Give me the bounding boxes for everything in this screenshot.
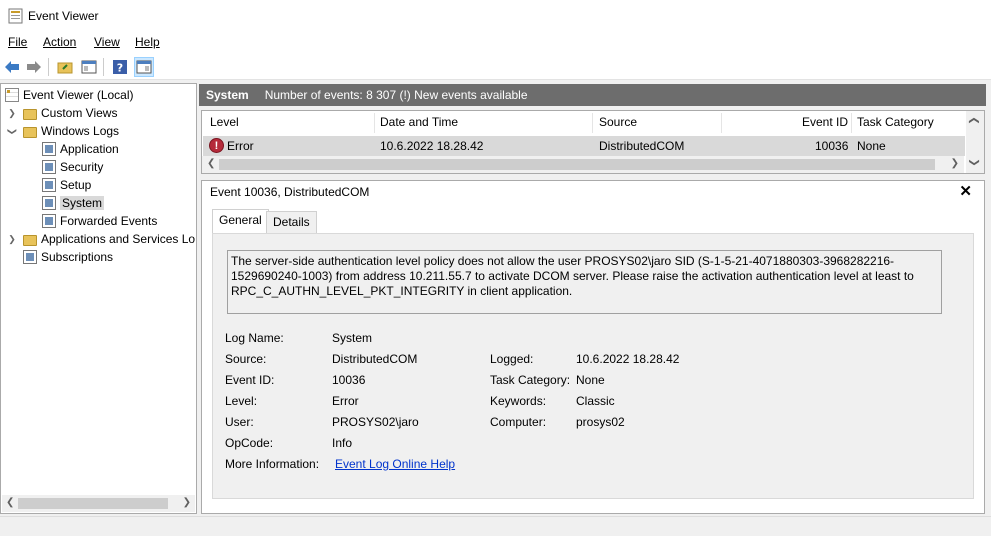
chevron-right-icon[interactable]: ❯ — [7, 234, 17, 245]
event-detail-title: Event 10036, DistributedCOM — [210, 185, 370, 199]
value-logged: 10.6.2022 18.28.42 — [576, 352, 680, 366]
menu-file[interactable]: File — [8, 35, 27, 49]
navigation-tree: Event Viewer (Local) ❯ Custom Views ❯ Wi… — [0, 83, 197, 514]
window-title: Event Viewer — [28, 9, 99, 23]
log-icon — [42, 178, 56, 192]
cell-level: Error — [227, 139, 254, 153]
label-log-name: Log Name: — [225, 331, 284, 345]
value-computer: prosys02 — [576, 415, 625, 429]
value-task-category: None — [576, 373, 605, 387]
label-computer: Computer: — [490, 415, 547, 429]
label-more-information: More Information: — [225, 457, 320, 471]
label-level: Level: — [225, 394, 258, 408]
scroll-right-icon[interactable]: ❯ — [951, 158, 959, 169]
value-source: DistributedCOM — [332, 352, 418, 366]
column-date-time[interactable]: Date and Time — [380, 115, 458, 129]
close-icon[interactable]: ✕ — [959, 182, 972, 200]
scrollbar-thumb[interactable] — [18, 498, 168, 509]
log-icon — [42, 214, 56, 228]
tree-item-root[interactable]: Event Viewer (Local) — [5, 86, 134, 104]
label-user: User: — [225, 415, 254, 429]
error-icon: ! — [209, 138, 224, 153]
value-event-id: 10036 — [332, 373, 366, 387]
cell-source: DistributedCOM — [599, 139, 685, 153]
menu-help[interactable]: Help — [135, 35, 160, 49]
events-vertical-scrollbar[interactable]: ❯ ❯ — [966, 111, 984, 173]
event-viewer-icon — [5, 88, 19, 102]
back-arrow-icon[interactable] — [2, 57, 22, 77]
tree-item-forwarded-events[interactable]: Forwarded Events — [42, 212, 157, 230]
folder-icon — [23, 108, 37, 120]
menu-view[interactable]: View — [94, 35, 120, 49]
chevron-right-icon[interactable]: ❯ — [7, 108, 17, 119]
value-log-name: System — [332, 331, 373, 345]
scroll-down-icon[interactable]: ❯ — [969, 158, 980, 166]
scrollbar-thumb[interactable] — [219, 159, 935, 170]
value-level: Error — [332, 394, 359, 408]
subscriptions-icon — [23, 250, 37, 264]
tree-item-security[interactable]: Security — [42, 158, 103, 176]
column-task-category[interactable]: Task Category — [857, 115, 934, 129]
tree-item-windows-logs[interactable]: ❯ Windows Logs — [7, 122, 120, 140]
log-icon — [42, 142, 56, 156]
label-source: Source: — [225, 352, 267, 366]
toolbar: ? — [0, 54, 991, 80]
events-list: Level Date and Time Source Event ID Task… — [201, 110, 985, 174]
scroll-up-icon[interactable]: ❯ — [969, 116, 980, 124]
cell-task-category: None — [857, 139, 886, 153]
event-description[interactable]: The server-side authentication level pol… — [227, 250, 942, 314]
chevron-down-icon[interactable]: ❯ — [7, 126, 18, 136]
menu-action[interactable]: Action — [43, 35, 76, 49]
log-icon — [42, 160, 56, 174]
tree-item-subscriptions[interactable]: Subscriptions — [23, 248, 113, 266]
forward-arrow-icon[interactable] — [24, 57, 44, 77]
tab-details[interactable]: Details — [266, 211, 317, 233]
label-keywords: Keywords: — [490, 394, 547, 408]
action-pane-icon[interactable] — [134, 57, 154, 77]
tree-item-applications-and-services[interactable]: ❯ Applications and Services Lo — [7, 230, 195, 248]
svg-text:?: ? — [117, 62, 123, 75]
folder-icon — [23, 234, 37, 246]
status-bar — [0, 516, 991, 536]
open-folder-icon[interactable] — [55, 57, 75, 77]
value-keywords: Classic — [576, 394, 615, 408]
tree-item-setup[interactable]: Setup — [42, 176, 91, 194]
cell-date-time: 10.6.2022 18.28.42 — [380, 139, 484, 153]
event-log-online-help-link[interactable]: Event Log Online Help — [335, 457, 455, 471]
show-hide-pane-icon[interactable] — [79, 57, 99, 77]
tree-horizontal-scrollbar[interactable]: ❮ ❯ — [2, 495, 195, 512]
label-event-id: Event ID: — [225, 373, 275, 387]
log-header: System Number of events: 8 307 (!) New e… — [199, 84, 986, 106]
log-icon — [42, 196, 56, 210]
label-opcode: OpCode: — [225, 436, 274, 450]
column-level[interactable]: Level — [210, 115, 239, 129]
label-task-category: Task Category: — [490, 373, 571, 387]
column-source[interactable]: Source — [599, 115, 637, 129]
table-row[interactable]: ! Error 10.6.2022 18.28.42 DistributedCO… — [203, 136, 965, 156]
column-event-id[interactable]: Event ID — [802, 115, 848, 129]
scroll-left-icon[interactable]: ❮ — [6, 497, 14, 508]
scroll-left-icon[interactable]: ❮ — [207, 158, 215, 169]
title-bar: Event Viewer — [0, 0, 991, 32]
scroll-right-icon[interactable]: ❯ — [183, 497, 191, 508]
tree-item-application[interactable]: Application — [42, 140, 119, 158]
help-icon[interactable]: ? — [110, 57, 130, 77]
tab-general[interactable]: General — [212, 209, 269, 233]
cell-event-id: 10036 — [815, 139, 849, 153]
events-horizontal-scrollbar[interactable]: ❮ ❯ — [202, 156, 964, 173]
label-logged: Logged: — [490, 352, 534, 366]
menu-bar: File Action View Help — [0, 32, 991, 54]
event-viewer-app-icon — [8, 8, 23, 24]
event-detail-pane: Event 10036, DistributedCOM ✕ General De… — [201, 180, 985, 514]
value-user: PROSYS02\jaro — [332, 415, 419, 429]
tree-item-custom-views[interactable]: ❯ Custom Views — [7, 104, 117, 122]
value-opcode: Info — [332, 436, 353, 450]
log-name: System — [206, 88, 249, 102]
folder-icon — [23, 126, 37, 138]
tree-item-system[interactable]: System — [42, 194, 105, 212]
event-count: Number of events: 8 307 (!) New events a… — [264, 88, 528, 102]
general-tab-content: The server-side authentication level pol… — [212, 233, 974, 499]
